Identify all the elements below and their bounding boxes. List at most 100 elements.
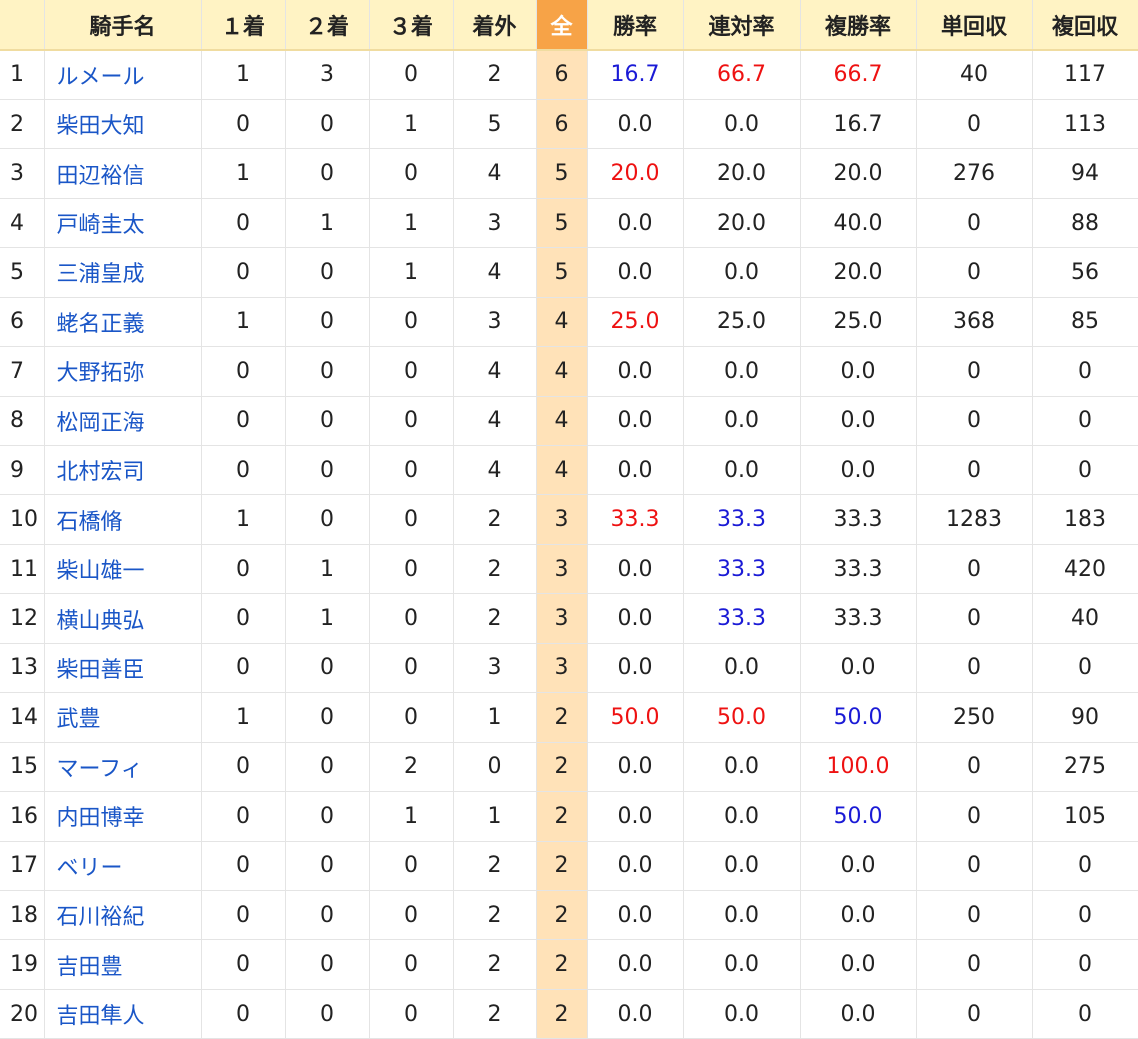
cell-fukusho-rate: 50.0 (800, 692, 917, 743)
cell-out-of-place: 2 (453, 939, 537, 990)
jockey-name-link[interactable]: 石川裕紀 (44, 890, 202, 941)
cell-out-of-place: 2 (453, 544, 537, 595)
jockey-name-link[interactable]: 柴田善臣 (44, 643, 202, 694)
cell-win-rate: 0.0 (587, 643, 684, 694)
header-first-place[interactable]: １着 (201, 0, 286, 51)
cell-place-return: 0 (1032, 445, 1138, 496)
cell-second-place: 0 (285, 297, 370, 348)
cell-second-place: 0 (285, 99, 370, 150)
cell-fukusho-rate: 0.0 (800, 396, 917, 447)
cell-total: 2 (536, 989, 588, 1039)
cell-out-of-place: 1 (453, 692, 537, 743)
jockey-name-link[interactable]: 吉田隼人 (44, 989, 202, 1039)
cell-total: 2 (536, 939, 588, 990)
cell-win-rate: 50.0 (587, 692, 684, 743)
cell-out-of-place: 2 (453, 593, 537, 644)
cell-place-return: 420 (1032, 544, 1138, 595)
cell-place-return: 0 (1032, 989, 1138, 1039)
jockey-name-link[interactable]: ベリー (44, 841, 202, 891)
jockey-name-link[interactable]: 松岡正海 (44, 396, 202, 447)
jockey-name-link[interactable]: ルメール (44, 50, 202, 100)
cell-place-return: 0 (1032, 890, 1138, 941)
jockey-name-link[interactable]: マーフィ (44, 742, 202, 793)
jockey-name-link[interactable]: 柴田大知 (44, 99, 202, 150)
cell-fukusho-rate: 0.0 (800, 841, 917, 891)
cell-first-place: 0 (201, 396, 286, 447)
cell-out-of-place: 0 (453, 742, 537, 793)
header-fukusho-rate[interactable]: 複勝率 (800, 0, 917, 51)
header-jockey-name[interactable]: 騎手名 (44, 0, 202, 51)
table-row: 20 吉田隼人 0 0 0 2 2 0.0 0.0 0.0 0 0 (0, 989, 1138, 1039)
cell-total: 2 (536, 890, 588, 941)
cell-third-place: 0 (369, 346, 454, 397)
cell-fukusho-rate: 16.7 (800, 99, 917, 150)
jockey-name-link[interactable]: 柴山雄一 (44, 544, 202, 595)
cell-out-of-place: 2 (453, 494, 537, 545)
cell-third-place: 0 (369, 890, 454, 941)
cell-rank: 6 (0, 297, 45, 348)
table-row: 9 北村宏司 0 0 0 4 4 0.0 0.0 0.0 0 0 (0, 445, 1138, 496)
cell-first-place: 0 (201, 890, 286, 941)
cell-out-of-place: 4 (453, 346, 537, 397)
cell-second-place: 0 (285, 939, 370, 990)
cell-win-rate: 0.0 (587, 544, 684, 595)
jockey-name-link[interactable]: 戸崎圭太 (44, 198, 202, 249)
header-win-return[interactable]: 単回収 (916, 0, 1033, 51)
cell-fukusho-rate: 0.0 (800, 643, 917, 694)
jockey-name-link[interactable]: 吉田豊 (44, 939, 202, 990)
cell-win-rate: 0.0 (587, 791, 684, 842)
jockey-name-link[interactable]: 横山典弘 (44, 593, 202, 644)
header-win-rate[interactable]: 勝率 (587, 0, 684, 51)
cell-place-return: 85 (1032, 297, 1138, 348)
cell-out-of-place: 4 (453, 396, 537, 447)
cell-total: 2 (536, 841, 588, 891)
table-body: 1 ルメール 1 3 0 2 6 16.7 66.7 66.7 40 117 2 柴田大知 0 0 1 5 6 0.0… (0, 50, 1138, 1039)
cell-third-place: 0 (369, 692, 454, 743)
cell-rank: 4 (0, 198, 45, 249)
cell-win-rate: 0.0 (587, 198, 684, 249)
header-third-place[interactable]: ３着 (369, 0, 454, 51)
cell-second-place: 0 (285, 692, 370, 743)
cell-rentai-rate: 0.0 (683, 742, 801, 793)
cell-rentai-rate: 0.0 (683, 841, 801, 891)
cell-place-return: 0 (1032, 643, 1138, 694)
table-row: 19 吉田豊 0 0 0 2 2 0.0 0.0 0.0 0 0 (0, 939, 1138, 990)
cell-second-place: 0 (285, 742, 370, 793)
cell-first-place: 0 (201, 989, 286, 1039)
cell-third-place: 0 (369, 297, 454, 348)
cell-rank: 15 (0, 742, 45, 793)
cell-third-place: 0 (369, 989, 454, 1039)
jockey-name-link[interactable]: 大野拓弥 (44, 346, 202, 397)
cell-total: 3 (536, 643, 588, 694)
cell-rank: 16 (0, 791, 45, 842)
jockey-name-link[interactable]: 三浦皇成 (44, 247, 202, 298)
cell-first-place: 0 (201, 791, 286, 842)
table-row: 5 三浦皇成 0 0 1 4 5 0.0 0.0 20.0 0 56 (0, 247, 1138, 298)
header-out-of-place[interactable]: 着外 (453, 0, 537, 51)
cell-total: 3 (536, 544, 588, 595)
cell-rentai-rate: 33.3 (683, 593, 801, 644)
header-second-place[interactable]: ２着 (285, 0, 370, 51)
cell-third-place: 0 (369, 50, 454, 100)
cell-rank: 8 (0, 396, 45, 447)
cell-third-place: 0 (369, 939, 454, 990)
jockey-name-link[interactable]: 武豊 (44, 692, 202, 743)
jockey-name-link[interactable]: 内田博幸 (44, 791, 202, 842)
cell-rentai-rate: 0.0 (683, 890, 801, 941)
jockey-name-link[interactable]: 田辺裕信 (44, 148, 202, 199)
cell-first-place: 0 (201, 544, 286, 595)
header-rank (0, 0, 45, 51)
jockey-name-link[interactable]: 蛯名正義 (44, 297, 202, 348)
cell-rentai-rate: 0.0 (683, 939, 801, 990)
cell-out-of-place: 3 (453, 198, 537, 249)
cell-place-return: 94 (1032, 148, 1138, 199)
jockey-name-link[interactable]: 石橋脩 (44, 494, 202, 545)
jockey-name-link[interactable]: 北村宏司 (44, 445, 202, 496)
cell-total: 2 (536, 742, 588, 793)
cell-rank: 9 (0, 445, 45, 496)
header-place-return[interactable]: 複回収 (1032, 0, 1138, 51)
header-total[interactable]: 全 (536, 0, 588, 51)
table-row: 2 柴田大知 0 0 1 5 6 0.0 0.0 16.7 0 113 (0, 99, 1138, 150)
cell-third-place: 0 (369, 841, 454, 891)
header-rentai-rate[interactable]: 連対率 (683, 0, 801, 51)
